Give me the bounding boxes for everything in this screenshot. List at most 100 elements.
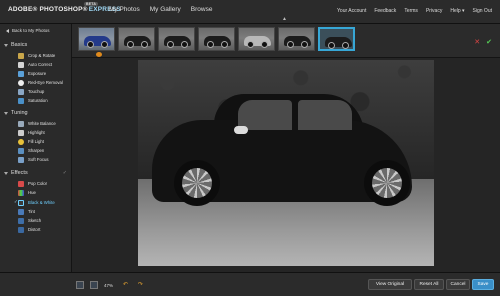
nav-sign-out[interactable]: Sign Out — [473, 8, 492, 14]
nav-my-photos[interactable]: My Photos — [109, 6, 140, 13]
bulb-icon — [18, 138, 24, 145]
tool-label: Saturation — [28, 98, 48, 103]
view-original-button[interactable]: View Original — [368, 279, 412, 290]
tool-label: Touchup — [28, 89, 45, 94]
nav-feedback[interactable]: Feedback — [374, 8, 396, 14]
tool-exposure[interactable]: Exposure — [18, 70, 46, 77]
section-basics[interactable]: Basics — [4, 42, 27, 48]
tool-auto-correct[interactable]: Auto Correct — [18, 61, 52, 68]
tool-distort[interactable]: Distort — [18, 226, 40, 233]
eye-icon — [18, 79, 24, 86]
tool-label: Red-Eye Removal — [28, 80, 63, 85]
nav-terms[interactable]: Terms — [404, 8, 418, 14]
tool-label: White Balance — [28, 121, 56, 126]
tool-sharpen[interactable]: Sharpen — [18, 147, 44, 154]
tool-label: Distort — [28, 227, 41, 232]
car-thumbnail-image — [284, 36, 311, 48]
tool-label: Crop & Rotate — [28, 53, 56, 58]
tool-red-eye-removal[interactable]: Red-Eye Removal — [18, 79, 63, 86]
tool-saturation[interactable]: Saturation — [18, 97, 48, 104]
highlight-icon — [18, 129, 24, 136]
crop-icon — [18, 52, 24, 59]
tool-label: Tint — [28, 209, 36, 214]
effect-preview-filmstrip: ▲ ✕ ✔ — [72, 16, 500, 58]
collapse-triangle-icon — [4, 171, 8, 175]
close-icon[interactable]: ✕ — [474, 38, 480, 46]
car-thumbnail-image — [325, 37, 352, 49]
car-rear-window — [298, 100, 352, 130]
section-title: Effects — [11, 170, 28, 176]
tool-label: Pop Color — [28, 181, 48, 186]
car-mirror — [234, 126, 248, 134]
preview-thumbnail[interactable] — [198, 27, 235, 51]
nav-my-gallery[interactable]: My Gallery — [150, 6, 181, 13]
tool-label: Hue — [28, 190, 36, 195]
preview-thumbnail[interactable] — [278, 27, 315, 51]
car-rear-wheel — [364, 160, 410, 206]
zoom-in-icon[interactable] — [90, 281, 98, 289]
top-bar: ADOBE® PHOTOSHOP®EXPRESS BETA My Photos … — [0, 0, 500, 24]
car-thumbnail-image — [164, 36, 191, 48]
exposure-icon — [18, 70, 24, 77]
nav-help[interactable]: Help ▾ — [450, 8, 464, 14]
zoom-out-icon[interactable] — [76, 281, 84, 289]
preview-thumbnail[interactable] — [238, 27, 275, 51]
tool-tint[interactable]: Tint — [18, 208, 35, 215]
section-title: Tuning — [11, 110, 28, 116]
preview-thumbnail[interactable] — [158, 27, 195, 51]
back-arrow-icon — [6, 28, 9, 33]
collapse-triangle-icon — [4, 43, 8, 47]
back-to-my-photos-link[interactable]: Back to My Photos — [6, 28, 50, 33]
pop-color-icon — [18, 180, 24, 187]
tool-label: Sharpen — [28, 148, 45, 153]
bottom-toolbar: 47% ↶ ↷ View Original Reset All Cancel S… — [0, 272, 500, 296]
main-nav: My Photos My Gallery Browse — [109, 6, 212, 13]
tool-label: Sketch — [28, 218, 42, 223]
car-thumbnail-image — [244, 36, 271, 48]
nav-privacy[interactable]: Privacy — [426, 8, 442, 14]
distort-icon — [18, 226, 24, 233]
hue-icon — [18, 189, 24, 196]
redo-icon[interactable]: ↷ — [138, 281, 143, 288]
section-tuning[interactable]: Tuning — [4, 110, 28, 116]
check-icon[interactable]: ✔ — [486, 38, 492, 46]
cancel-button[interactable]: Cancel — [446, 279, 470, 290]
tool-label: Auto Correct — [28, 62, 53, 67]
car-thumbnail-image — [84, 36, 111, 48]
logo-text: ADOBE® PHOTOSHOP® — [8, 6, 88, 13]
photo-preview[interactable] — [138, 60, 434, 266]
tool-pop-color[interactable]: Pop Color — [18, 180, 47, 187]
tools-sidebar: Back to My Photos Basics Crop & Rotate A… — [0, 24, 72, 272]
tool-crop-rotate[interactable]: Crop & Rotate — [18, 52, 55, 59]
reset-all-button[interactable]: Reset All — [414, 279, 444, 290]
tool-hue[interactable]: Hue — [18, 189, 36, 196]
car-thumbnail-image — [204, 36, 231, 48]
preview-thumbnail[interactable] — [118, 27, 155, 51]
tool-soft-focus[interactable]: Soft Focus — [18, 156, 49, 163]
saturation-icon — [18, 97, 24, 104]
sharpen-icon — [18, 147, 24, 154]
tool-black-white[interactable]: Black & White — [18, 199, 55, 206]
filmstrip-controls: ✕ ✔ — [474, 38, 492, 46]
tool-fill-light[interactable]: Fill Light — [18, 138, 44, 145]
undo-icon[interactable]: ↶ — [123, 281, 128, 288]
tool-touchup[interactable]: Touchup — [18, 88, 44, 95]
tool-white-balance[interactable]: White Balance — [18, 120, 56, 127]
tool-highlight[interactable]: Highlight — [18, 129, 45, 136]
tint-icon — [18, 208, 24, 215]
preview-thumbnail-selected[interactable] — [318, 27, 355, 51]
preview-thumbnail[interactable] — [78, 27, 115, 51]
app-logo[interactable]: ADOBE® PHOTOSHOP®EXPRESS BETA — [8, 2, 121, 13]
caret-up-icon: ▲ — [282, 16, 287, 22]
nav-your-account[interactable]: Your Account — [337, 8, 366, 14]
applied-check-icon: ✓ — [62, 170, 67, 176]
tool-sketch[interactable]: Sketch — [18, 217, 41, 224]
save-button[interactable]: Save — [472, 279, 494, 290]
touchup-icon — [18, 88, 24, 95]
tool-label: Exposure — [28, 71, 47, 76]
white-balance-icon — [18, 120, 24, 127]
sketch-icon — [18, 217, 24, 224]
nav-browse[interactable]: Browse — [191, 6, 213, 13]
section-effects[interactable]: Effects — [4, 170, 28, 176]
auto-correct-icon — [18, 61, 24, 68]
